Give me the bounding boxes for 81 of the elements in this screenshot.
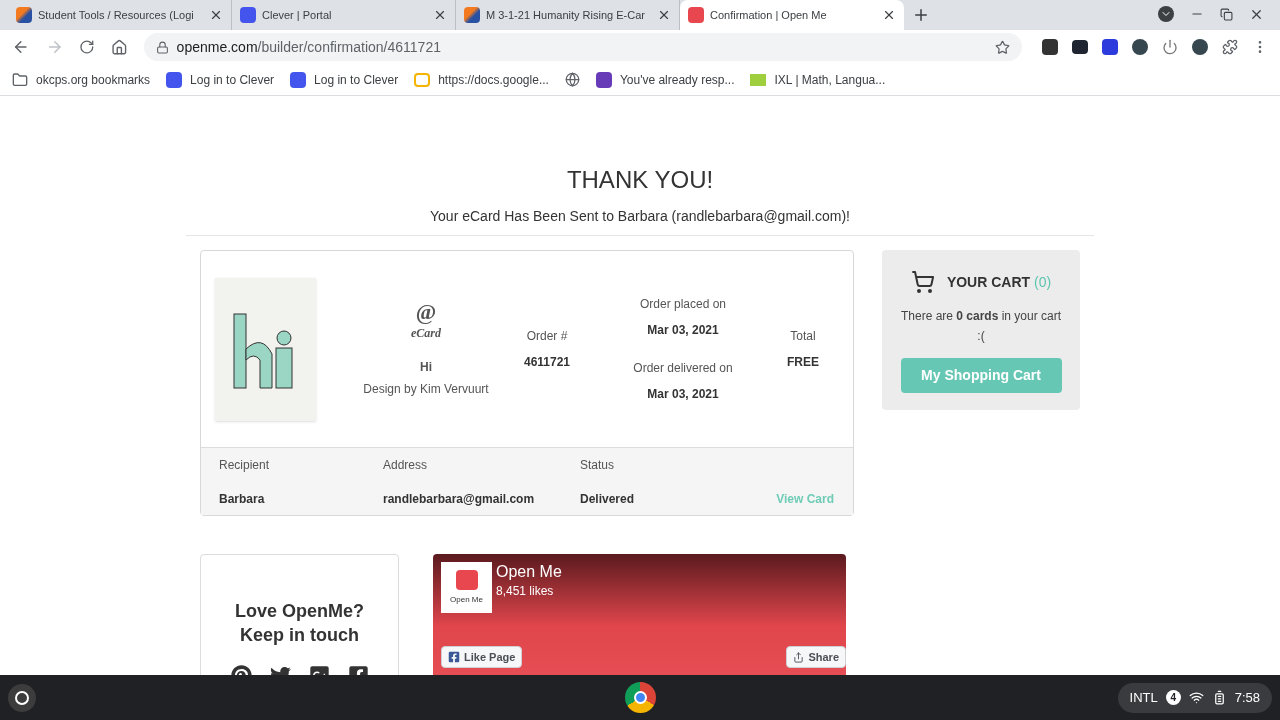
browser-tab[interactable]: M 3-1-21 Humanity Rising E-Car: [456, 0, 680, 30]
order-number-label: Order #: [526, 328, 568, 345]
clever-logo-icon: [290, 71, 307, 88]
new-tab-icon[interactable]: [912, 6, 930, 24]
launcher-icon[interactable]: [8, 683, 36, 712]
close-icon[interactable]: [657, 8, 671, 22]
placed-label: Order placed on: [639, 296, 727, 313]
home-icon[interactable]: [110, 38, 128, 56]
bookmark[interactable]: okcps.org bookmarks: [12, 70, 151, 89]
placed-date: Mar 03, 2021: [647, 322, 719, 339]
logo-caption: Open Me: [450, 593, 483, 606]
status-tray[interactable]: INTL 4 7:58: [1117, 682, 1272, 713]
extension-icon[interactable]: [1102, 39, 1118, 55]
extension-icon[interactable]: [1192, 39, 1208, 55]
bookmark[interactable]: Log in to Clever: [166, 70, 275, 89]
extension-icon[interactable]: [1072, 40, 1088, 54]
bookmark-star-icon[interactable]: [995, 39, 1010, 55]
like-page-button[interactable]: Like Page: [441, 646, 523, 668]
column-heading: Recipient: [219, 456, 271, 474]
globe-icon: [564, 72, 580, 87]
tab-search-icon[interactable]: [1158, 6, 1174, 22]
column-heading: Address: [383, 456, 429, 474]
forms-logo-icon: [595, 71, 612, 88]
lock-icon: [155, 40, 169, 54]
cart-title: YOUR CART (0): [946, 272, 1052, 292]
clock: 7:58: [1234, 688, 1260, 707]
delivered-label: Order delivered on: [633, 360, 733, 377]
gift-logo-icon: [688, 7, 704, 23]
cart-message: There are 0 cards in your cart :(: [900, 308, 1062, 345]
ixl-logo-icon: [750, 73, 767, 86]
delivered-date: Mar 03, 2021: [647, 386, 719, 403]
gift-logo-icon: [455, 569, 478, 590]
close-icon[interactable]: [433, 8, 447, 22]
wifi-icon: [1188, 690, 1204, 705]
share-button[interactable]: Share: [786, 646, 846, 668]
column-heading: Status: [580, 456, 615, 474]
browser-tab[interactable]: Confirmation | Open Me: [680, 0, 904, 30]
detail-value: randlebarbara@gmail.com: [383, 490, 536, 508]
browser-tab[interactable]: Clever | Portal: [232, 0, 456, 30]
url-text: openme.com/builder/confirmation/4611721: [176, 37, 442, 57]
at-symbol: @: [415, 300, 437, 324]
power-icon[interactable]: [1162, 39, 1178, 55]
detail-value: Barbara: [219, 490, 266, 508]
like-count: 8,451 likes: [496, 583, 555, 600]
card-name: Hi: [420, 359, 432, 376]
folder-icon: [12, 71, 28, 88]
detail-value: Delivered: [580, 490, 635, 508]
close-icon[interactable]: [209, 8, 223, 22]
total-value: FREE: [787, 354, 819, 371]
slides-logo-icon: [414, 72, 431, 87]
reload-icon[interactable]: [79, 39, 95, 55]
extensions-icon[interactable]: [1222, 39, 1238, 55]
bookmark[interactable]: https://docs.google...: [414, 70, 549, 89]
address-bar[interactable]: openme.com/builder/confirmation/4611721: [143, 33, 1022, 61]
card-type: eCard: [411, 325, 441, 342]
extension-icon[interactable]: [1132, 39, 1148, 55]
extension-icon[interactable]: [1042, 39, 1058, 55]
close-icon[interactable]: [882, 8, 896, 22]
designer-credit: Design by Kim Vervuurt: [363, 381, 489, 398]
streak-logo-icon: [16, 7, 32, 23]
browser-tab[interactable]: Student Tools / Resources (Logi: [8, 0, 232, 30]
restore-icon[interactable]: [1220, 7, 1233, 21]
streak-logo-icon: [464, 7, 480, 23]
notification-count: 4: [1165, 690, 1181, 705]
bookmark[interactable]: You've already resp...: [595, 70, 735, 89]
page-name: Open Me: [496, 562, 562, 582]
cart-icon: [910, 270, 935, 294]
share-icon: [793, 651, 805, 663]
bookmark[interactable]: IXL | Math, Langua...: [750, 70, 886, 89]
page-heading: THANK YOU!: [566, 166, 714, 194]
clever-logo-icon: [240, 7, 256, 23]
order-number: 4611721: [523, 354, 571, 371]
social-heading: Love OpenMe? Keep in touch: [235, 600, 364, 647]
total-label: Total: [790, 328, 816, 345]
back-icon[interactable]: [12, 38, 30, 56]
sent-message: Your eCard Has Been Sent to Barbara (randlebarbara@gmail.com)!: [430, 207, 850, 226]
browser-logo-icon[interactable]: [625, 682, 656, 713]
facebook-icon: [448, 651, 460, 663]
clever-logo-icon: [166, 71, 183, 88]
input-method: INTL: [1129, 688, 1158, 707]
bookmark[interactable]: Log in to Clever: [290, 70, 399, 89]
